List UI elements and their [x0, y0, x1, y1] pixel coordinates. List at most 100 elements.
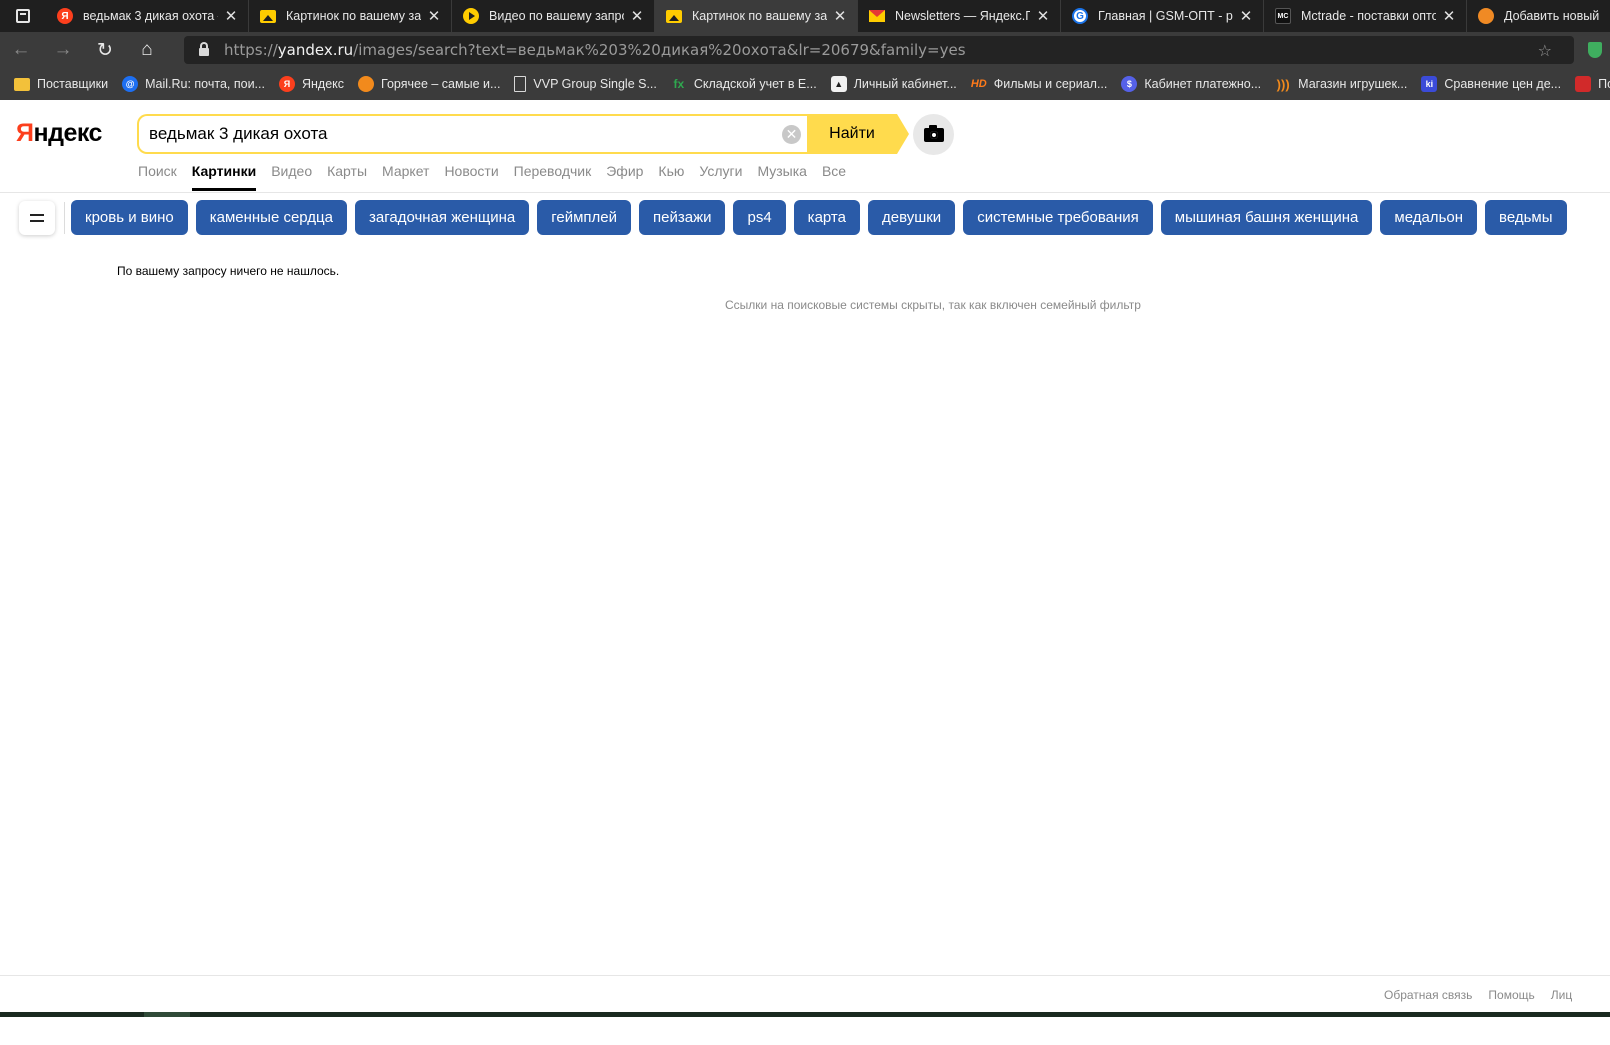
- service-tab-efir[interactable]: Эфир: [606, 163, 643, 191]
- tab-images-1[interactable]: Картинок по вашему запросу ✕: [249, 0, 452, 32]
- bookmark-item[interactable]: ))) Магазин игрушек...: [1275, 76, 1408, 92]
- search-form: ведьмак 3 дикая охота ✕ Найти: [137, 114, 909, 154]
- hot-icon: [358, 76, 375, 92]
- shield-icon[interactable]: [1588, 42, 1602, 58]
- bookmark-item[interactable]: $ Кабинет платежно...: [1121, 76, 1261, 92]
- tab-title: ведьмак 3 дикая охота — Я: [83, 9, 218, 23]
- folder-icon: [14, 77, 30, 91]
- service-tab-search[interactable]: Поиск: [138, 163, 177, 191]
- bookmark-item[interactable]: Горячее – самые и...: [358, 76, 500, 92]
- related-query-chip[interactable]: каменные сердца: [195, 200, 347, 235]
- related-query-chip[interactable]: геймплей: [537, 200, 631, 235]
- mctrade-icon: MC: [1275, 8, 1291, 24]
- chips-separator: [64, 202, 65, 234]
- tab-add-new[interactable]: Добавить новый: [1467, 0, 1610, 32]
- service-tab-music[interactable]: Музыка: [757, 163, 807, 191]
- tab-mctrade[interactable]: MC Mctrade - поставки оптом ✕: [1264, 0, 1467, 32]
- tab-title: Главная | GSM-ОПТ - регио: [1098, 9, 1233, 23]
- back-arrow-icon[interactable]: ←: [0, 32, 42, 68]
- related-query-chip[interactable]: кровь и вино: [71, 200, 188, 235]
- service-tab-news[interactable]: Новости: [444, 163, 498, 191]
- close-tab-icon[interactable]: ✕: [224, 7, 238, 25]
- footer-divider: [0, 975, 1610, 976]
- hd-icon: HD: [970, 78, 987, 90]
- related-query-chip[interactable]: пейзажи: [639, 200, 726, 235]
- orange-icon: [1478, 8, 1494, 24]
- tab-images-active[interactable]: Картинок по вашему запросу ✕: [655, 0, 858, 32]
- related-query-chip[interactable]: системные требования: [963, 200, 1153, 235]
- service-tab-images[interactable]: Картинки: [191, 163, 257, 191]
- bookmark-item[interactable]: ki Сравнение цен де...: [1421, 76, 1561, 92]
- close-tab-icon[interactable]: ✕: [427, 7, 441, 25]
- sliders-icon: [30, 213, 44, 223]
- find-button[interactable]: Найти: [807, 114, 909, 154]
- close-tab-icon[interactable]: ✕: [1036, 7, 1050, 25]
- tab-yandex-search[interactable]: Я ведьмак 3 дикая охота — Я ✕: [46, 0, 249, 32]
- bookmark-item[interactable]: Подобр: [1575, 76, 1610, 92]
- tab-gsm-opt[interactable]: G Главная | GSM-ОПТ - регио ✕: [1061, 0, 1264, 32]
- service-tab-translate[interactable]: Переводчик: [514, 163, 592, 191]
- service-tab-maps[interactable]: Карты: [327, 163, 367, 191]
- related-queries: кровь и вино каменные сердца загадочная …: [71, 200, 1575, 235]
- related-query-chip[interactable]: мышиная башня женщина: [1160, 200, 1373, 235]
- footer-license-link[interactable]: Лиц: [1551, 988, 1572, 1002]
- tab-actions-menu-icon[interactable]: [0, 0, 46, 32]
- mailru-icon: @: [122, 76, 139, 92]
- bookmark-item[interactable]: Я Яндекс: [278, 76, 344, 92]
- filters-button[interactable]: [19, 201, 55, 235]
- service-tab-video[interactable]: Видео: [271, 163, 312, 191]
- forward-arrow-icon[interactable]: →: [42, 32, 84, 68]
- service-tab-market[interactable]: Маркет: [382, 163, 429, 191]
- yandex-logo[interactable]: Яндекс: [16, 119, 102, 148]
- close-tab-icon[interactable]: ✕: [1442, 7, 1456, 25]
- yandex-icon: Я: [57, 8, 73, 24]
- lock-icon[interactable]: [184, 42, 224, 56]
- service-tab-services[interactable]: Услуги: [699, 163, 742, 191]
- close-tab-icon[interactable]: ✕: [1239, 7, 1253, 25]
- related-query-chip[interactable]: ps4: [733, 200, 786, 235]
- toys-icon: ))): [1276, 76, 1290, 92]
- mail-icon: [869, 8, 885, 24]
- camera-search-icon[interactable]: [913, 114, 954, 155]
- images-icon: [260, 8, 276, 24]
- home-icon[interactable]: ⌂: [126, 32, 168, 68]
- related-query-chip[interactable]: девушки: [867, 200, 956, 235]
- tab-title: Картинок по вашему запросу: [286, 9, 421, 23]
- bookmark-item[interactable]: HD Фильмы и сериал...: [971, 76, 1108, 92]
- bookmark-item[interactable]: fx Складской учет в E...: [671, 76, 817, 92]
- taskbar-strip: [0, 1012, 1610, 1017]
- images-icon: [666, 8, 682, 24]
- address-field[interactable]: https://yandex.ru/images/search?text=вед…: [184, 36, 1602, 64]
- no-results-message: По вашему запросу ничего не нашлось.: [117, 264, 340, 278]
- search-input[interactable]: ведьмак 3 дикая охота ✕: [137, 114, 807, 154]
- related-query-chip[interactable]: ведьмы: [1485, 200, 1567, 235]
- video-icon: [463, 8, 479, 24]
- close-tab-icon[interactable]: ✕: [630, 7, 644, 25]
- bookmark-item[interactable]: Поставщики: [14, 77, 108, 91]
- service-tab-q[interactable]: Кью: [658, 163, 684, 191]
- search-query-text: ведьмак 3 дикая охота: [149, 124, 328, 143]
- tab-video[interactable]: Видео по вашему запросу ✕: [452, 0, 655, 32]
- spreadsheet-icon: fx: [673, 77, 685, 91]
- reload-icon[interactable]: ↻: [84, 32, 126, 68]
- browser-tab-bar: Я ведьмак 3 дикая охота — Я ✕ Картинок п…: [0, 0, 1610, 32]
- footer: Обратная связь Помощь Лиц: [1384, 988, 1588, 1002]
- related-query-chip[interactable]: медальон: [1380, 200, 1478, 235]
- bookmark-star-icon[interactable]: ☆: [1538, 41, 1552, 61]
- compare-icon: ki: [1421, 76, 1438, 92]
- bookmark-item[interactable]: @ Mail.Ru: почта, пои...: [122, 76, 265, 92]
- service-tab-all[interactable]: Все: [822, 163, 846, 191]
- document-icon: [514, 76, 527, 92]
- bookmark-item[interactable]: ▲ Личный кабинет...: [830, 76, 957, 92]
- url-text: https://yandex.ru/images/search?text=вед…: [224, 41, 966, 59]
- tab-title: Видео по вашему запросу: [489, 9, 624, 23]
- related-query-chip[interactable]: загадочная женщина: [355, 200, 530, 235]
- tab-newsletters[interactable]: Newsletters — Яндекс.Почта ✕: [858, 0, 1061, 32]
- clear-search-icon[interactable]: ✕: [782, 125, 801, 144]
- tab-title: Картинок по вашему запросу: [692, 9, 827, 23]
- footer-help-link[interactable]: Помощь: [1488, 988, 1534, 1002]
- footer-feedback-link[interactable]: Обратная связь: [1384, 988, 1472, 1002]
- close-tab-icon[interactable]: ✕: [833, 7, 847, 25]
- bookmark-item[interactable]: VVP Group Single S...: [514, 76, 657, 92]
- related-query-chip[interactable]: карта: [793, 200, 860, 235]
